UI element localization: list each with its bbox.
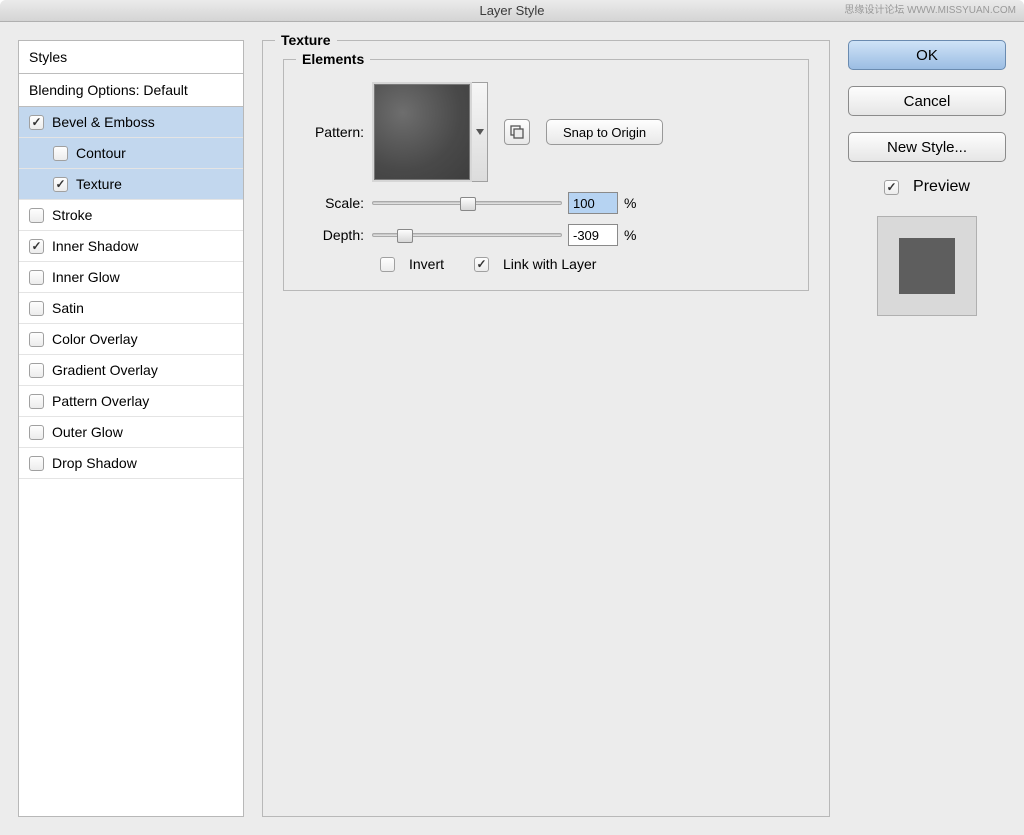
style-checkbox[interactable]	[53, 177, 68, 192]
texture-group: Texture Elements Pattern:	[262, 40, 830, 817]
style-checkbox[interactable]	[29, 301, 44, 316]
invert-label: Invert	[409, 256, 444, 272]
elements-legend: Elements	[296, 51, 370, 67]
new-style-button[interactable]: New Style...	[848, 132, 1006, 162]
window-title: Layer Style	[479, 3, 544, 18]
invert-checkbox[interactable]	[380, 257, 395, 272]
preview-swatch-inner	[899, 238, 955, 294]
style-label: Pattern Overlay	[52, 393, 149, 409]
blending-options-row[interactable]: Blending Options: Default	[19, 74, 243, 107]
depth-slider[interactable]	[372, 226, 562, 244]
style-checkbox[interactable]	[29, 270, 44, 285]
style-item-bevel-emboss[interactable]: Bevel & Emboss	[19, 107, 243, 138]
link-with-layer-checkbox[interactable]	[474, 257, 489, 272]
style-checkbox[interactable]	[29, 363, 44, 378]
preview-toggle[interactable]: Preview	[848, 178, 1006, 196]
new-preset-icon	[510, 125, 524, 139]
style-checkbox[interactable]	[53, 146, 68, 161]
style-checkbox[interactable]	[29, 425, 44, 440]
style-checkbox[interactable]	[29, 456, 44, 471]
style-item-pattern-overlay[interactable]: Pattern Overlay	[19, 386, 243, 417]
preview-checkbox[interactable]	[884, 180, 899, 195]
pattern-dropdown-arrow[interactable]	[472, 82, 488, 182]
invert-checkbox-item[interactable]: Invert	[380, 256, 444, 272]
pattern-swatch[interactable]	[372, 82, 472, 182]
preview-label: Preview	[913, 178, 970, 196]
style-label: Outer Glow	[52, 424, 123, 440]
options-row: Invert Link with Layer	[380, 256, 790, 272]
style-checkbox[interactable]	[29, 394, 44, 409]
depth-unit: %	[624, 227, 636, 243]
scale-label: Scale:	[302, 195, 372, 211]
style-label: Inner Glow	[52, 269, 120, 285]
style-item-gradient-overlay[interactable]: Gradient Overlay	[19, 355, 243, 386]
styles-panel: Styles Blending Options: Default Bevel &…	[18, 40, 244, 817]
style-label: Drop Shadow	[52, 455, 137, 471]
styles-header[interactable]: Styles	[19, 41, 243, 74]
preview-swatch	[877, 216, 977, 316]
link-with-layer-label: Link with Layer	[503, 256, 596, 272]
link-with-layer-item[interactable]: Link with Layer	[474, 256, 596, 272]
style-label: Stroke	[52, 207, 92, 223]
snap-to-origin-button[interactable]: Snap to Origin	[546, 119, 663, 145]
style-checkbox[interactable]	[29, 332, 44, 347]
watermark: 思缘设计论坛 WWW.MISSYUAN.COM	[844, 0, 1016, 22]
style-checkbox[interactable]	[29, 239, 44, 254]
style-label: Gradient Overlay	[52, 362, 158, 378]
titlebar: Layer Style 思缘设计论坛 WWW.MISSYUAN.COM	[0, 0, 1024, 22]
style-label: Texture	[76, 176, 122, 192]
style-item-inner-glow[interactable]: Inner Glow	[19, 262, 243, 293]
depth-row: Depth: %	[302, 224, 790, 246]
style-label: Bevel & Emboss	[52, 114, 155, 130]
style-item-outer-glow[interactable]: Outer Glow	[19, 417, 243, 448]
depth-input[interactable]	[568, 224, 618, 246]
depth-label: Depth:	[302, 227, 372, 243]
pattern-label: Pattern:	[302, 124, 372, 140]
style-item-stroke[interactable]: Stroke	[19, 200, 243, 231]
settings-column: Texture Elements Pattern:	[262, 40, 830, 817]
elements-group: Elements Pattern:	[283, 59, 809, 291]
dialog-actions: OK Cancel New Style... Preview	[848, 40, 1006, 817]
layer-style-dialog: Layer Style 思缘设计论坛 WWW.MISSYUAN.COM Styl…	[0, 0, 1024, 835]
style-label: Satin	[52, 300, 84, 316]
style-item-texture[interactable]: Texture	[19, 169, 243, 200]
scale-slider[interactable]	[372, 194, 562, 212]
texture-legend: Texture	[275, 32, 337, 48]
scale-unit: %	[624, 195, 636, 211]
style-checkbox[interactable]	[29, 208, 44, 223]
style-item-color-overlay[interactable]: Color Overlay	[19, 324, 243, 355]
scale-input[interactable]	[568, 192, 618, 214]
style-checkbox[interactable]	[29, 115, 44, 130]
pattern-row: Pattern: Snap to Origin	[302, 82, 790, 182]
dialog-content: Styles Blending Options: Default Bevel &…	[0, 22, 1024, 835]
style-label: Color Overlay	[52, 331, 138, 347]
style-item-drop-shadow[interactable]: Drop Shadow	[19, 448, 243, 479]
scale-row: Scale: %	[302, 192, 790, 214]
style-label: Contour	[76, 145, 126, 161]
style-item-satin[interactable]: Satin	[19, 293, 243, 324]
ok-button[interactable]: OK	[848, 40, 1006, 70]
new-preset-button[interactable]	[504, 119, 530, 145]
style-label: Inner Shadow	[52, 238, 138, 254]
style-item-inner-shadow[interactable]: Inner Shadow	[19, 231, 243, 262]
cancel-button[interactable]: Cancel	[848, 86, 1006, 116]
style-item-contour[interactable]: Contour	[19, 138, 243, 169]
